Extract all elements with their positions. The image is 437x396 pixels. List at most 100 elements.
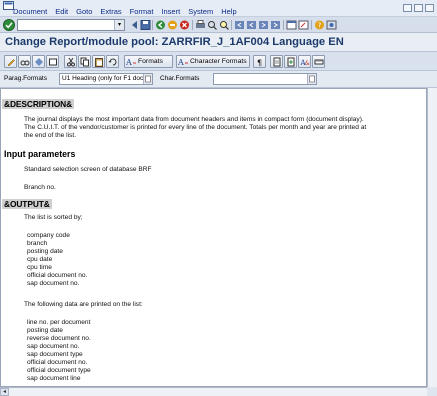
- printed-field-item: posting date: [27, 327, 63, 334]
- enter-check-icon[interactable]: [3, 19, 15, 31]
- character-format-field[interactable]: [213, 73, 317, 85]
- maximize-icon[interactable]: [414, 4, 423, 12]
- pilcrow-icon: ¶: [257, 59, 262, 68]
- paragraph-mark-button[interactable]: ¶: [253, 55, 266, 68]
- input-parameter-line: Standard selection screen of database BR…: [24, 166, 152, 173]
- sorted-by-line: The list is sorted by;: [24, 214, 83, 221]
- formats-label: Formats: [138, 58, 163, 65]
- display-change-button[interactable]: [18, 55, 31, 68]
- printed-field-item: sap document line: [27, 375, 81, 382]
- application-toolbar: A Formats A Character Formats ¶ A &: [0, 51, 437, 71]
- svg-text:A: A: [126, 58, 132, 67]
- find-icon[interactable]: [207, 20, 218, 30]
- scissors-icon: [67, 57, 75, 67]
- printed-field-item: official document type: [27, 367, 91, 374]
- horizontal-scrollbar[interactable]: ◂: [0, 387, 427, 396]
- symbols-icon: A &: [300, 59, 310, 67]
- insert-icon: [287, 57, 295, 67]
- exit-icon[interactable]: [167, 20, 178, 30]
- scroll-left-icon[interactable]: ◂: [0, 388, 9, 396]
- output-heading: &OUTPUT&: [2, 199, 52, 209]
- menu-edit[interactable]: Edit: [51, 6, 72, 17]
- svg-text:¶: ¶: [257, 59, 262, 68]
- back-icon[interactable]: [155, 20, 166, 30]
- page-title: Change Report/module pool: ZARRFIR_J_1AF…: [5, 36, 344, 48]
- copy-icon: [80, 57, 89, 67]
- back-nav-icon[interactable]: [129, 20, 140, 30]
- layout-menu-icon[interactable]: [326, 20, 337, 30]
- menu-help[interactable]: Help: [217, 6, 240, 17]
- command-field[interactable]: ▾: [17, 19, 125, 31]
- description-heading: &DESCRIPTION&: [2, 99, 75, 109]
- page-break-button[interactable]: [270, 55, 283, 68]
- printed-field-item: sap document no.: [27, 343, 80, 350]
- symbols-button[interactable]: A &: [298, 55, 311, 68]
- printed-field-item: reverse document no.: [27, 335, 91, 342]
- insert-command-button[interactable]: [284, 55, 297, 68]
- description-line: The journal displays the most important …: [24, 116, 364, 123]
- menu-extras[interactable]: Extras: [96, 6, 125, 17]
- svg-text:A: A: [178, 58, 184, 67]
- printed-intro-line: The following data are printed on the li…: [24, 301, 143, 308]
- object-icon: [49, 58, 57, 66]
- ruler-button[interactable]: [312, 55, 325, 68]
- printed-field-item: line no. per document: [27, 319, 91, 326]
- next-page-icon[interactable]: [258, 20, 269, 30]
- input-parameters-heading: Input parameters: [4, 149, 76, 159]
- sort-field-item: company code: [27, 232, 70, 239]
- sort-field-item: cpu time: [27, 264, 52, 271]
- paragraph-format-field[interactable]: U1 Heading (only for F1 doc.!): [59, 73, 153, 85]
- copy-button[interactable]: [78, 55, 91, 68]
- find-next-icon[interactable]: [219, 20, 230, 30]
- minimize-icon[interactable]: [403, 4, 412, 12]
- vertical-scrollbar[interactable]: [427, 88, 437, 387]
- edit-pencil-button[interactable]: [4, 55, 17, 68]
- document-editor[interactable]: &DESCRIPTION& The journal displays the m…: [0, 88, 427, 387]
- cut-button[interactable]: [64, 55, 77, 68]
- character-formats-icon: A: [178, 58, 188, 67]
- scroll-corner: [427, 387, 437, 396]
- close-window-icon[interactable]: [425, 4, 434, 12]
- paste-button[interactable]: [92, 55, 105, 68]
- description-line: The C.U.I.T. of the vendor/customer is p…: [24, 124, 367, 131]
- menu-insert[interactable]: Insert: [157, 6, 184, 17]
- shortcut-icon[interactable]: [298, 20, 309, 30]
- print-icon[interactable]: [195, 20, 206, 30]
- help-icon[interactable]: ?: [314, 20, 325, 30]
- sort-field-item: sap document no.: [27, 280, 80, 287]
- ruler-icon: [314, 59, 324, 65]
- cancel-icon[interactable]: [179, 20, 190, 30]
- command-dropdown-icon[interactable]: ▾: [114, 20, 124, 30]
- description-line: the end of the list.: [24, 132, 77, 139]
- activate-icon: [35, 58, 43, 66]
- undo-icon: [108, 58, 117, 66]
- last-page-icon[interactable]: [270, 20, 281, 30]
- other-object-button[interactable]: [46, 55, 59, 68]
- first-page-icon[interactable]: [234, 20, 245, 30]
- paragraph-format-value: U1 Heading (only for F1 doc.!): [62, 75, 150, 82]
- formats-icon: A: [126, 58, 136, 67]
- character-formats-button[interactable]: A Character Formats: [176, 55, 250, 68]
- undo-button[interactable]: [106, 55, 119, 68]
- glasses-icon: [20, 60, 30, 66]
- formats-button[interactable]: A Formats: [124, 55, 173, 68]
- printed-field-item: official document no.: [27, 359, 88, 366]
- menu-goto[interactable]: Goto: [72, 6, 96, 17]
- svg-text:?: ?: [318, 22, 322, 30]
- previous-page-icon[interactable]: [246, 20, 257, 30]
- paragraph-format-dropdown-icon[interactable]: [143, 74, 152, 84]
- activate-button[interactable]: [32, 55, 45, 68]
- svg-text:&: &: [305, 60, 310, 67]
- menu-format[interactable]: Format: [126, 6, 158, 17]
- sort-field-item: cpu date: [27, 256, 53, 263]
- page-icon: [273, 57, 281, 67]
- create-session-icon[interactable]: [286, 20, 297, 30]
- character-format-dropdown-icon[interactable]: [307, 74, 316, 84]
- paragraph-format-label: Parag.Formats: [4, 75, 47, 82]
- menu-system[interactable]: System: [184, 6, 217, 17]
- title-bar: Change Report/module pool: ZARRFIR_J_1AF…: [0, 33, 437, 51]
- menu: Document Edit Goto Extras Format Insert …: [13, 6, 241, 17]
- menu-document[interactable]: Document: [13, 6, 51, 17]
- system-toolbar: ▾ ?: [0, 17, 437, 33]
- save-icon[interactable]: [140, 20, 151, 30]
